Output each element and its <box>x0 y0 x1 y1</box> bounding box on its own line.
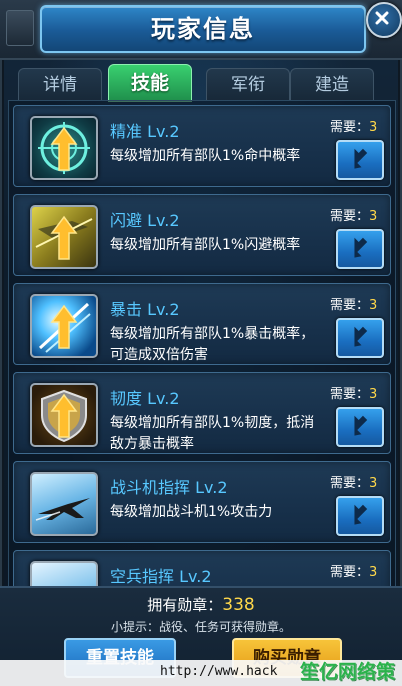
cost-prefix: 需要： <box>330 387 370 402</box>
upgrade-button[interactable] <box>336 229 384 269</box>
cost-value: 3 <box>369 476 378 491</box>
title-plate: 玩家信息 <box>40 5 366 53</box>
arrow-up-icon <box>354 326 368 347</box>
cost-label: 需要：3 <box>330 472 377 491</box>
arrow-up-icon <box>354 237 368 258</box>
upgrade-button[interactable] <box>336 407 384 447</box>
critical-strike-icon <box>30 294 98 358</box>
skill-name: 战斗机指挥 Lv.2 <box>110 478 228 497</box>
window-title: 玩家信息 <box>151 15 255 43</box>
watermark-url: http://www.hack <box>160 664 278 679</box>
skill-row-fighter-command: 战斗机指挥 Lv.2 每级增加战斗机1%攻击力 需要：3 <box>13 461 391 543</box>
arrow-up-icon <box>354 415 368 436</box>
cost-prefix: 需要： <box>330 565 370 580</box>
tip-text: 小提示：战役、任务可获得勋章。 <box>110 620 291 634</box>
watermark-logo: 笙亿网络策划 <box>300 661 396 683</box>
cost-label: 需要：3 <box>330 383 377 402</box>
skill-description: 每级增加所有部队1%闪避概率 <box>110 237 301 253</box>
player-info-window: 玩家信息 详情 技能 军衔 建造 精准 Lv.2 每级增加所有部队1%命中概率 <box>0 0 402 686</box>
skill-name: 暴击 Lv.2 <box>110 300 180 319</box>
shield-toughness-icon <box>30 383 98 447</box>
frame-ornament <box>6 10 34 46</box>
skill-row-precision: 精准 Lv.2 每级增加所有部队1%命中概率 需要：3 <box>13 105 391 187</box>
tab-rank[interactable]: 军衔 <box>206 68 290 101</box>
title-bar: 玩家信息 <box>0 0 402 60</box>
skill-row-toughness: 韧度 Lv.2 每级增加所有部队1%韧度，抵消敌方暴击概率 需要：3 <box>13 372 391 454</box>
close-button[interactable] <box>366 2 402 38</box>
dodge-icon <box>30 205 98 269</box>
cost-label: 需要：3 <box>330 561 377 580</box>
upgrade-button[interactable] <box>336 318 384 358</box>
cost-label: 需要：3 <box>330 116 377 135</box>
medal-label: 拥有勋章： <box>147 596 223 614</box>
cost-value: 3 <box>369 387 378 402</box>
fighter-jet-icon <box>30 472 98 536</box>
skill-list[interactable]: 精准 Lv.2 每级增加所有部队1%命中概率 需要：3 闪避 Lv.2 每级增加… <box>8 100 396 588</box>
cost-prefix: 需要： <box>330 209 370 224</box>
skill-name: 闪避 Lv.2 <box>110 211 180 230</box>
skill-description: 每级增加所有部队1%暴击概率，可造成双倍伤害 <box>110 326 315 363</box>
cost-value: 3 <box>369 565 378 580</box>
cost-prefix: 需要： <box>330 298 370 313</box>
skill-row-air-force-command: 空兵指挥 Lv.2 需要：3 <box>13 550 391 587</box>
arrow-up-icon <box>354 504 368 525</box>
air-force-icon <box>30 561 98 587</box>
tab-bar: 详情 技能 军衔 建造 <box>18 64 382 102</box>
cost-prefix: 需要： <box>330 120 370 135</box>
skill-row-critical: 暴击 Lv.2 每级增加所有部队1%暴击概率，可造成双倍伤害 需要：3 <box>13 283 391 365</box>
tab-build[interactable]: 建造 <box>290 68 374 101</box>
skill-name: 韧度 Lv.2 <box>110 389 180 408</box>
upgrade-button[interactable] <box>336 140 384 180</box>
skill-description: 每级增加战斗机1%攻击力 <box>110 504 273 520</box>
tab-details[interactable]: 详情 <box>18 68 102 101</box>
target-crosshair-icon <box>30 116 98 180</box>
skill-description: 每级增加所有部队1%韧度，抵消敌方暴击概率 <box>110 415 315 452</box>
skill-description: 每级增加所有部队1%命中概率 <box>110 148 301 164</box>
skill-row-dodge: 闪避 Lv.2 每级增加所有部队1%闪避概率 需要：3 <box>13 194 391 276</box>
cost-label: 需要：3 <box>330 205 377 224</box>
cost-value: 3 <box>369 209 378 224</box>
skill-name: 精准 Lv.2 <box>110 122 180 141</box>
upgrade-button[interactable] <box>336 496 384 536</box>
cost-label: 需要：3 <box>330 294 377 313</box>
cost-value: 3 <box>369 298 378 313</box>
close-icon <box>375 11 389 25</box>
skill-name: 空兵指挥 Lv.2 <box>110 567 212 586</box>
medal-count: 拥有勋章：338 <box>0 594 402 615</box>
arrow-up-icon <box>354 148 368 169</box>
cost-value: 3 <box>369 120 378 135</box>
cost-prefix: 需要： <box>330 476 370 491</box>
tab-skills[interactable]: 技能 <box>108 64 192 102</box>
medal-value: 338 <box>222 595 255 615</box>
